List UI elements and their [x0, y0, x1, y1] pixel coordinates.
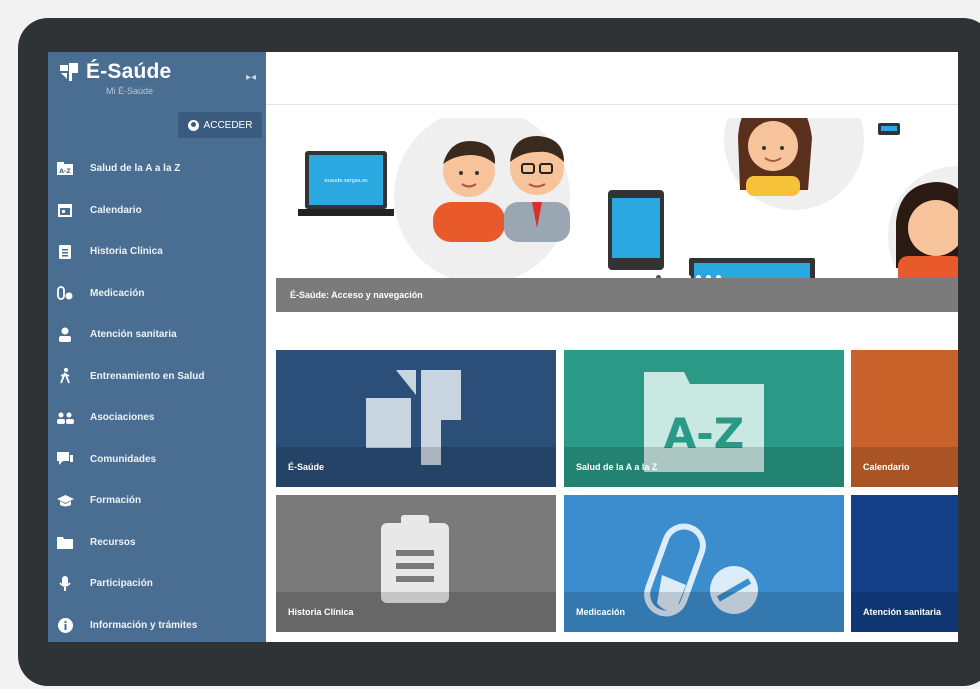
tile-medicacion[interactable]: Medicación — [564, 495, 844, 632]
double-chevron-left-icon: ▸◂ — [246, 72, 257, 83]
tile-label: É-Saúde — [288, 462, 325, 472]
tile-label: Historia Clínica — [288, 607, 354, 617]
doctor-icon — [56, 326, 74, 344]
info-icon — [56, 616, 74, 634]
sidebar-item-label: Comunidades — [90, 453, 157, 465]
sidebar-item-atencion-sanitaria[interactable]: Atención sanitaria — [48, 314, 266, 356]
tile-label: Salud de la A a la Z — [576, 462, 658, 472]
tile-label-bar: É-Saúde — [276, 447, 556, 487]
svg-text:A-Z: A-Z — [59, 168, 71, 175]
esaude-logo-icon — [60, 63, 78, 81]
laptop-screen-text: esaude.sergas.es — [324, 178, 368, 184]
folder-icon — [56, 533, 74, 551]
sidebar-item-label: Atención sanitaria — [90, 329, 177, 341]
app-title: É-Saúde — [86, 60, 172, 83]
sidebar-item-salud-a-z[interactable]: A-Z Salud de la A a la Z — [48, 148, 266, 190]
tile-label-bar: Salud de la A a la Z — [564, 447, 844, 487]
tile-label-bar: Calendario — [851, 447, 958, 487]
walking-icon — [56, 367, 74, 385]
tile-label-bar: Atención sanitaria — [851, 592, 958, 632]
tile-label-bar: Historia Clínica — [276, 592, 556, 632]
sidebar-item-label: Salud de la A a la Z — [90, 163, 181, 175]
sidebar-item-recursos[interactable]: Recursos — [48, 522, 266, 564]
login-button[interactable]: ACCEDER — [178, 112, 262, 138]
tile-label: Medicación — [576, 607, 626, 617]
carousel[interactable]: esaude.sergas.es É-Saúde: Acceso y naveg… — [276, 118, 958, 314]
sidebar-item-label: Entrenamiento en Salud — [90, 370, 205, 382]
sidebar-item-label: Medicación — [90, 287, 145, 299]
sidebar-item-calendario[interactable]: Calendario — [48, 190, 266, 232]
tile-atencion-sanitaria[interactable]: Atención sanitaria — [851, 495, 958, 632]
app-subtitle[interactable]: Mi É-Saúde — [106, 86, 153, 96]
sidebar-item-formacion[interactable]: Formación — [48, 480, 266, 522]
sidebar-item-label: Asociaciones — [90, 412, 155, 424]
pills-icon — [56, 284, 74, 302]
sidebar-item-informacion-tramites[interactable]: Información y trámites — [48, 605, 266, 643]
tile-historia-clinica[interactable]: Historia Clínica — [276, 495, 556, 632]
microphone-icon — [56, 575, 74, 593]
chat-icon — [56, 450, 74, 468]
sidebar-item-entrenamiento-salud[interactable]: Entrenamiento en Salud — [48, 356, 266, 398]
sidebar-item-label: Recursos — [90, 536, 136, 548]
user-circle-icon — [187, 119, 199, 131]
calendar-icon — [56, 201, 74, 219]
sidebar-item-historia-clinica[interactable]: Historia Clínica — [48, 231, 266, 273]
clipboard-icon — [56, 243, 74, 261]
brand[interactable]: É-Saúde — [58, 60, 171, 84]
a-z-icon: A-Z — [56, 160, 74, 178]
group-icon — [56, 409, 74, 427]
sidebar-item-label: Información y trámites — [90, 619, 198, 631]
collapse-sidebar-button[interactable]: ▸◂ — [246, 72, 256, 83]
sidebar-item-label: Participación — [90, 578, 153, 590]
tile-calendario[interactable]: Calendario — [851, 350, 958, 487]
tile-label: Atención sanitaria — [863, 607, 942, 617]
app-screen: É-Saúde Mi É-Saúde ▸◂ ACCEDER A-Z Salud … — [48, 52, 958, 642]
sidebar-item-label: Formación — [90, 495, 142, 507]
top-bar — [266, 52, 958, 105]
login-label: ACCEDER — [203, 119, 253, 131]
sidebar-item-label: Historia Clínica — [90, 246, 163, 258]
sidebar-item-comunidades[interactable]: Comunidades — [48, 439, 266, 481]
carousel-caption-text: É-Saúde: Acceso y navegación — [290, 290, 423, 300]
tile-label-bar: Medicación — [564, 592, 844, 632]
tile-esaude[interactable]: É-Saúde — [276, 350, 556, 487]
carousel-caption[interactable]: É-Saúde: Acceso y navegación — [276, 278, 958, 312]
sidebar: É-Saúde Mi É-Saúde ▸◂ ACCEDER A-Z Salud … — [48, 52, 266, 642]
sidebar-item-asociaciones[interactable]: Asociaciones — [48, 397, 266, 439]
tile-salud-a-z[interactable]: A-Z Salud de la A a la Z — [564, 350, 844, 487]
sidebar-item-participacion[interactable]: Participación — [48, 563, 266, 605]
sidebar-item-medicacion[interactable]: Medicación — [48, 273, 266, 315]
sidebar-item-label: Calendario — [90, 204, 142, 216]
graduation-cap-icon — [56, 492, 74, 510]
tile-label: Calendario — [863, 462, 910, 472]
sidebar-menu: A-Z Salud de la A a la Z Calendario Hist… — [48, 148, 266, 642]
